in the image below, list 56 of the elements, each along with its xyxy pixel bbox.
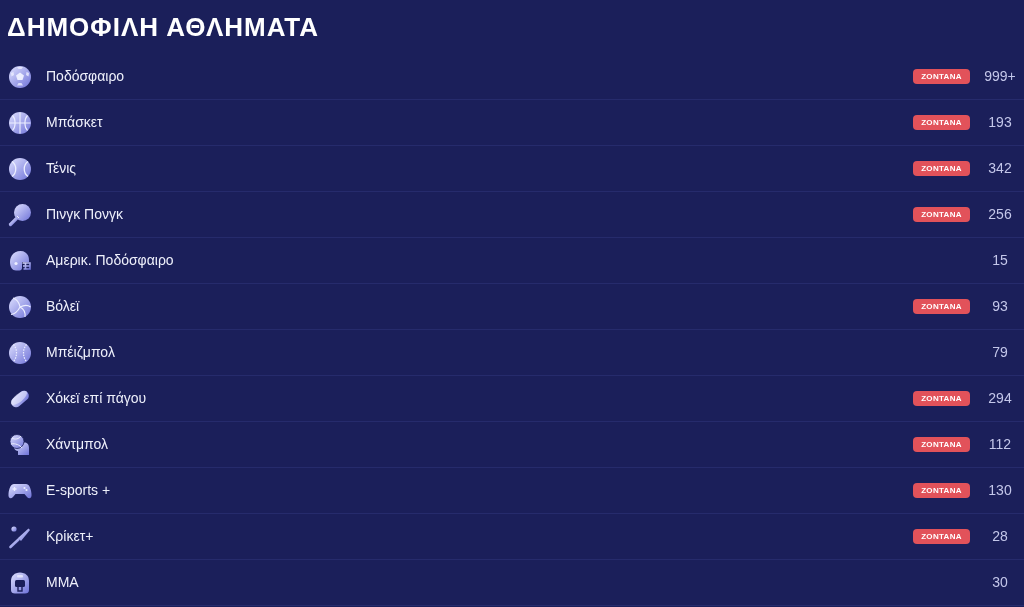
live-badge: ZONTANA xyxy=(913,391,970,406)
event-count: 999+ xyxy=(984,67,1016,86)
sport-name: Μπέιζμπολ xyxy=(46,343,115,362)
sport-list-item[interactable]: Μπέιζμπολ 79 xyxy=(0,330,1024,376)
sport-name: Χάντμπολ xyxy=(46,435,108,454)
sport-list-item[interactable]: E-sports + ZONTANA 130 xyxy=(0,468,1024,514)
live-badge: ZONTANA xyxy=(913,69,970,84)
sport-name: Αμερικ. Ποδόσφαιρο xyxy=(46,251,174,270)
sport-name: MMA xyxy=(46,573,79,592)
sport-list-item[interactable]: MMA 30 xyxy=(0,560,1024,606)
live-badge: ZONTANA xyxy=(913,207,970,222)
section-title: ΔΗΜΟΦΙΛΗ ΑΘΛΗΜΑΤΑ xyxy=(7,10,319,44)
event-count: 93 xyxy=(992,297,1008,316)
event-count: 15 xyxy=(992,251,1008,270)
sport-list-item[interactable]: Βόλεϊ ZONTANA 93 xyxy=(0,284,1024,330)
sport-list-item[interactable]: Κρίκετ+ ZONTANA 28 xyxy=(0,514,1024,560)
sport-list-item[interactable]: Μπάσκετ ZONTANA 193 xyxy=(0,100,1024,146)
event-count: 193 xyxy=(988,113,1012,132)
live-badge: ZONTANA xyxy=(913,299,970,314)
sport-list-item[interactable]: Χάντμπολ ZONTANA 112 xyxy=(0,422,1024,468)
headgear-icon xyxy=(8,570,32,595)
live-badge: ZONTANA xyxy=(913,437,970,452)
sport-list-item[interactable]: Τένις ZONTANA 342 xyxy=(0,146,1024,192)
sport-name: Κρίκετ+ xyxy=(46,527,94,546)
cricket-bat-icon xyxy=(8,524,32,549)
sport-list-item[interactable]: Ποδόσφαιρο ZONTANA 999+ xyxy=(0,54,1024,100)
event-count: 30 xyxy=(992,573,1008,592)
event-count: 130 xyxy=(988,481,1012,500)
sport-list-item[interactable]: Πινγκ Πονγκ ZONTANA 256 xyxy=(0,192,1024,238)
live-badge: ZONTANA xyxy=(913,115,970,130)
event-count: 294 xyxy=(988,389,1012,408)
event-count: 28 xyxy=(992,527,1008,546)
soccer-ball-icon xyxy=(8,64,32,89)
sport-name: Ποδόσφαιρο xyxy=(46,67,125,86)
sport-name: Βόλεϊ xyxy=(46,297,80,316)
sport-name: Τένις xyxy=(46,159,77,178)
sport-name: Πινγκ Πονγκ xyxy=(46,205,123,224)
event-count: 112 xyxy=(988,435,1012,454)
football-helmet-icon xyxy=(8,248,32,273)
basketball-icon xyxy=(8,110,32,135)
tennis-ball-icon xyxy=(8,156,32,181)
event-count: 256 xyxy=(988,205,1012,224)
volleyball-icon xyxy=(8,294,32,319)
live-badge: ZONTANA xyxy=(913,483,970,498)
sport-list-item[interactable]: Χόκεϊ επί πάγου ZONTANA 294 xyxy=(0,376,1024,422)
ball-and-hand-icon xyxy=(8,432,32,457)
live-badge: ZONTANA xyxy=(913,161,970,176)
sport-name: Χόκεϊ επί πάγου xyxy=(46,389,147,408)
sport-name: Μπάσκετ xyxy=(46,113,103,132)
live-badge: ZONTANA xyxy=(913,529,970,544)
event-count: 79 xyxy=(992,343,1008,362)
event-count: 342 xyxy=(988,159,1012,178)
sport-name: E-sports + xyxy=(46,481,111,500)
sport-list-item[interactable]: Αμερικ. Ποδόσφαιρο 15 xyxy=(0,238,1024,284)
baseball-icon xyxy=(8,340,32,365)
table-tennis-paddle-icon xyxy=(8,202,32,227)
